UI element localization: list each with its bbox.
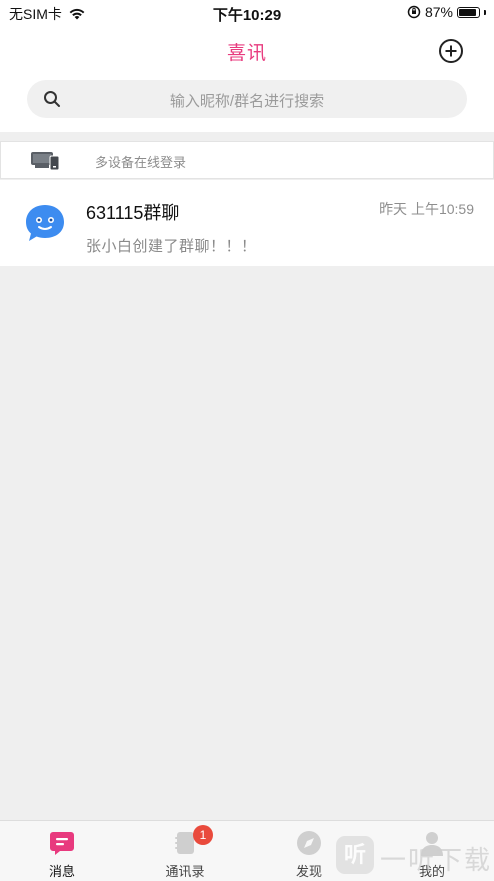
tab-label-contacts: 通讯录: [165, 864, 205, 879]
conversation-item[interactable]: 631115群聊 昨天 上午10:59 张小白创建了群聊！！！: [0, 180, 494, 266]
plus-circle-icon[interactable]: [438, 38, 464, 64]
group-chat-avatar-icon: [26, 205, 64, 241]
tab-label-discover: 发现: [295, 864, 322, 879]
conversation-time: 昨天 上午10:59: [379, 201, 474, 217]
search-placeholder: 输入昵称/群名进行搜索: [169, 93, 325, 110]
rotation-lock-icon: [407, 5, 421, 19]
multi-device-text: 多设备在线登录: [95, 155, 187, 170]
multi-device-notice[interactable]: 多设备在线登录: [0, 141, 494, 179]
contacts-badge: 1: [193, 825, 213, 845]
tab-label-profile: 我的: [418, 864, 445, 879]
page-title: 喜讯: [226, 43, 267, 64]
search-input[interactable]: 输入昵称/群名进行搜索: [27, 80, 467, 118]
conversation-name: 631115群聊: [86, 203, 180, 223]
tab-contacts[interactable]: 通讯录: [135, 821, 235, 881]
conversation-preview: 张小白创建了群聊！！！: [86, 238, 257, 255]
top-panel: 无SIM卡 下午10:29 87% 喜讯 输入昵称/群名进行搜索: [0, 0, 494, 132]
tab-label-messages: 消息: [48, 864, 75, 879]
profile-icon: [421, 832, 443, 856]
tab-messages[interactable]: 消息: [12, 821, 112, 881]
status-right: 87%: [407, 4, 486, 20]
battery-level: [459, 8, 476, 16]
battery-cap: [484, 9, 486, 15]
discover-icon: [297, 831, 321, 855]
battery-percent: 87%: [424, 4, 453, 20]
tab-discover[interactable]: 发现: [259, 821, 359, 881]
status-bar: 无SIM卡 下午10:29 87%: [0, 0, 494, 26]
message-icon: [50, 832, 74, 855]
tab-bar: 消息 通讯录 1 发现 我的: [0, 820, 494, 881]
devices-icon: [31, 152, 60, 171]
tab-profile[interactable]: 我的: [382, 821, 482, 881]
battery-icon: [457, 6, 480, 18]
